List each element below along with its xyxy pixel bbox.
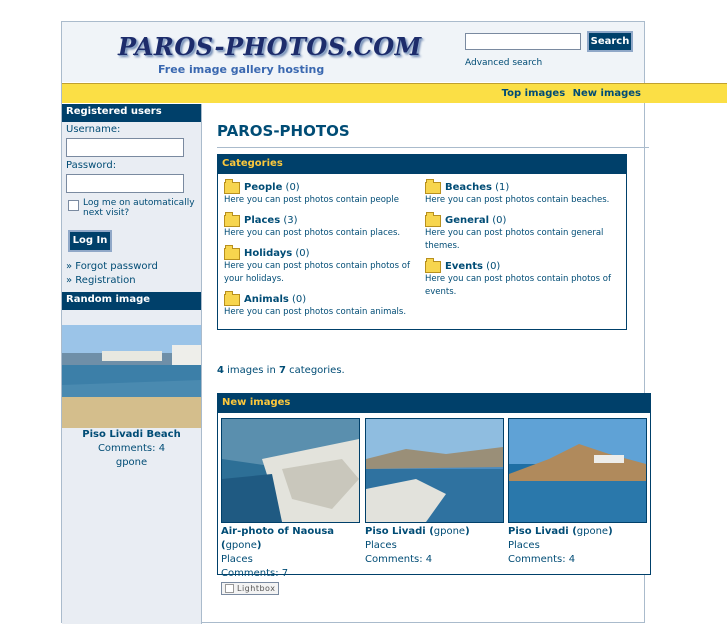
top-images-link[interactable]: Top images <box>502 88 566 99</box>
categories-left-column: People (0) Here you can post photos cont… <box>224 178 424 326</box>
image-card: Air-photo of Naousa (gpone) Places Comme… <box>221 418 364 596</box>
image-title-line: Piso Livadi (gpone) <box>508 526 613 537</box>
categories-right-column: Beaches (1) Here you can post photos con… <box>425 178 625 306</box>
categories-heading: Categories <box>218 155 626 174</box>
category-description: Here you can post photos contain beaches… <box>425 195 610 205</box>
remember-checkbox[interactable] <box>68 200 79 211</box>
login-button[interactable]: Log In <box>68 230 112 252</box>
username-label: Username: <box>66 124 121 135</box>
category-description: Here you can post photos contain animals… <box>224 307 407 317</box>
random-image-title[interactable]: Piso Livadi Beach <box>62 428 201 442</box>
random-image-comments: Comments: 4 <box>97 443 166 454</box>
folder-icon <box>224 244 240 260</box>
registered-users-heading: Registered users <box>62 104 201 122</box>
category-count: (1) <box>495 182 510 193</box>
category-count: (3) <box>283 215 298 226</box>
tagline: Free image gallery hosting <box>158 63 325 76</box>
image-thumbnail[interactable] <box>221 418 360 523</box>
page-frame: PAROS-PHOTOS.COM Free image gallery host… <box>61 21 727 624</box>
category-link-beaches[interactable]: Beaches <box>445 181 492 194</box>
new-images-heading: New images <box>218 394 650 413</box>
category-count: (0) <box>295 248 310 259</box>
category-item: Beaches (1) Here you can post photos con… <box>425 178 625 207</box>
lightbox-label: Lightbox <box>237 584 276 593</box>
category-count: (0) <box>486 261 501 272</box>
category-link-animals[interactable]: Animals <box>244 293 289 306</box>
random-image-heading: Random image <box>62 292 201 310</box>
new-images-link[interactable]: New images <box>573 88 641 99</box>
random-image[interactable] <box>62 325 201 428</box>
category-description: Here you can post photos contain general… <box>425 228 604 251</box>
category-item: General (0) Here you can post photos con… <box>425 211 625 253</box>
category-item: Animals (0) Here you can post photos con… <box>224 290 424 319</box>
image-comments: Comments: 4 <box>508 554 576 565</box>
registration-item: » Registration <box>66 275 136 286</box>
image-user-link[interactable]: gpone <box>434 526 465 537</box>
image-thumbnail[interactable] <box>365 418 504 523</box>
lightbox-button[interactable]: Lightbox <box>221 582 280 595</box>
registration-link[interactable]: Registration <box>75 275 135 286</box>
category-count: (0) <box>292 294 307 305</box>
category-link-general[interactable]: General <box>445 214 489 227</box>
folder-icon <box>224 211 240 227</box>
search-button[interactable]: Search <box>587 31 633 52</box>
header: PAROS-PHOTOS.COM Free image gallery host… <box>62 22 644 82</box>
category-description: Here you can post photos contain photos … <box>425 274 611 297</box>
image-comments: Comments: 7 <box>221 568 289 579</box>
site-logo[interactable]: PAROS-PHOTOS.COM <box>118 32 422 61</box>
remember-label: Log me on automatically next visit? <box>83 198 195 218</box>
image-title-line: Piso Livadi (gpone) <box>365 526 470 537</box>
folder-icon <box>425 257 441 273</box>
gallery-stats: 4 images in 7 categories. <box>217 365 345 376</box>
top-nav-bar: Top images New images <box>62 83 727 103</box>
category-item: People (0) Here you can post photos cont… <box>224 178 424 207</box>
remember-me[interactable]: Log me on automatically next visit? <box>62 194 201 222</box>
image-category-link[interactable]: Places <box>365 540 397 551</box>
stats-text-end: categories. <box>285 365 345 376</box>
stats-text: images in <box>223 365 279 376</box>
forgot-password-item: » Forgot password <box>66 261 158 272</box>
image-thumbnail[interactable] <box>508 418 647 523</box>
image-user-link[interactable]: gpone <box>577 526 608 537</box>
categories-panel: Categories People (0) Here you can post … <box>217 154 627 330</box>
advanced-search-link[interactable]: Advanced search <box>465 58 542 68</box>
stats-image-count: 4 <box>217 365 224 376</box>
category-description: Here you can post photos contain people <box>224 195 399 205</box>
image-category-link[interactable]: Places <box>508 540 540 551</box>
image-title-line: Air-photo of Naousa (gpone) <box>221 526 335 551</box>
category-item: Places (3) Here you can post photos cont… <box>224 211 424 240</box>
password-label: Password: <box>66 160 117 171</box>
image-category-link[interactable]: Places <box>221 554 253 565</box>
image-user-link[interactable]: gpone <box>226 540 257 551</box>
folder-icon <box>224 178 240 194</box>
stats-category-count: 7 <box>278 365 286 376</box>
category-description: Here you can post photos contain places. <box>224 228 401 238</box>
password-field[interactable] <box>66 174 184 193</box>
image-title[interactable]: Air-photo of Naousa <box>221 526 334 537</box>
category-item: Events (0) Here you can post photos cont… <box>425 257 625 299</box>
search-input[interactable] <box>465 33 581 50</box>
folder-icon <box>425 211 441 227</box>
lightbox-checkbox-icon <box>225 584 234 593</box>
category-count: (0) <box>285 182 300 193</box>
title-divider <box>217 147 649 148</box>
image-title[interactable]: Piso Livadi <box>508 526 569 537</box>
image-title[interactable]: Piso Livadi <box>365 526 426 537</box>
random-image-user: gpone <box>115 457 148 468</box>
new-images-panel: New images Air-photo of Naousa (gpone) P… <box>217 393 651 595</box>
forgot-password-link[interactable]: Forgot password <box>75 261 158 272</box>
page-title: PAROS-PHOTOS <box>217 122 350 140</box>
category-link-holidays[interactable]: Holidays <box>244 247 292 260</box>
category-link-events[interactable]: Events <box>445 260 483 273</box>
folder-icon <box>425 178 441 194</box>
category-count: (0) <box>492 215 507 226</box>
username-field[interactable] <box>66 138 184 157</box>
category-item: Holidays (0) Here you can post photos co… <box>224 244 424 286</box>
category-link-people[interactable]: People <box>244 181 282 194</box>
category-description: Here you can post photos contain photos … <box>224 261 410 284</box>
folder-icon <box>224 290 240 306</box>
image-comments: Comments: 4 <box>365 554 433 565</box>
sidebar: Registered users Username: Password: Log… <box>62 104 202 624</box>
category-link-places[interactable]: Places <box>244 214 280 227</box>
